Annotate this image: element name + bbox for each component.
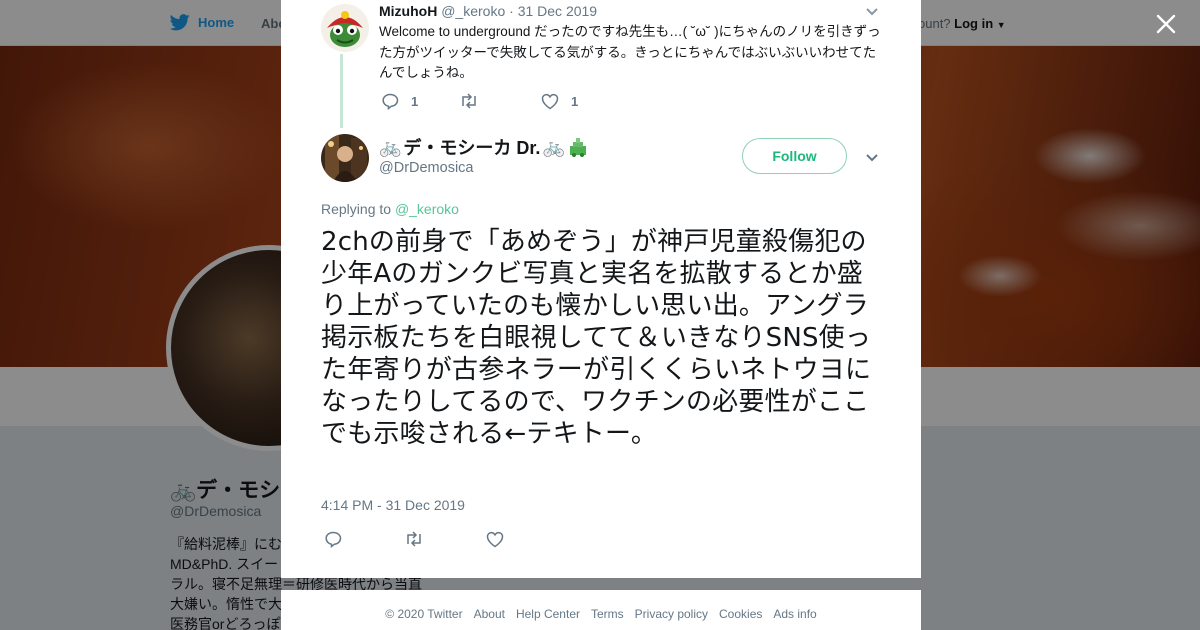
tweet-author-name[interactable]: 🚲 デ・モシーカ Dr. 🚲: [379, 134, 589, 160]
reply-icon: [382, 93, 399, 110]
green-badge-icon: [569, 138, 586, 157]
parent-tweet-text: Welcome to underground だったのですね先生も…( ˘ω˘ …: [379, 24, 881, 80]
footer-copyright: © 2020 Twitter: [385, 607, 463, 621]
retweet-icon: [462, 93, 476, 109]
bicycle-emoji-icon: 🚲: [542, 136, 565, 157]
footer-link-privacy-policy[interactable]: Privacy policy: [635, 607, 708, 630]
footer-link-about[interactable]: About: [474, 607, 505, 630]
tweet-author-handle[interactable]: @DrDemosica: [379, 160, 473, 176]
parent-author-handle[interactable]: @_keroko: [441, 3, 505, 19]
footer-link-help-center[interactable]: Help Center: [516, 607, 580, 630]
author-name-text: デ・モシーカ Dr.: [403, 138, 541, 158]
tweet-author-avatar[interactable]: [321, 134, 369, 182]
parent-avatar[interactable]: [321, 4, 369, 52]
replying-to: Replying to @_keroko: [321, 201, 459, 217]
reply-action[interactable]: 1: [381, 92, 459, 110]
footer-link-terms[interactable]: Terms: [591, 607, 624, 630]
reply-action[interactable]: [324, 530, 342, 553]
parent-tweet-date[interactable]: 31 Dec 2019: [518, 3, 597, 19]
tweet-actions: [324, 530, 504, 553]
parent-more-menu[interactable]: [865, 4, 879, 22]
author-photo-avatar: [321, 134, 369, 182]
footer-link-ads-info[interactable]: Ads info: [773, 607, 816, 630]
tweet-permalink-modal: MizuhoH @_keroko · 31 Dec 2019 Welcome t…: [281, 0, 921, 578]
retweet-icon: [407, 531, 421, 547]
like-count: 1: [571, 93, 579, 109]
like-action[interactable]: 1: [541, 93, 578, 110]
reply-count: 1: [411, 93, 419, 109]
chevron-down-icon: [866, 154, 878, 162]
frog-avatar-icon: [321, 4, 369, 52]
close-icon: [1156, 14, 1176, 34]
parent-tweet-header: MizuhoH @_keroko · 31 Dec 2019: [379, 3, 597, 19]
footer-link-cookies[interactable]: Cookies: [719, 607, 762, 630]
heart-icon: [486, 531, 504, 547]
parent-tweet[interactable]: MizuhoH @_keroko · 31 Dec 2019 Welcome t…: [321, 0, 881, 130]
like-action[interactable]: [486, 531, 504, 553]
tweet-more-menu[interactable]: [865, 150, 879, 168]
retweet-action[interactable]: [404, 531, 424, 552]
tweet-text: 2chの前身で「あめぞう」が神戸児童殺傷犯の少年Aのガンクビ写真と実名を拡散する…: [321, 227, 872, 449]
parent-author-name[interactable]: MizuhoH: [379, 3, 437, 19]
reply-icon: [325, 531, 342, 549]
parent-tweet-actions: 1 1: [381, 92, 578, 110]
replying-prefix: Replying to: [321, 201, 392, 217]
retweet-action[interactable]: [459, 93, 541, 109]
heart-icon: [541, 93, 559, 109]
close-button[interactable]: [1153, 11, 1179, 37]
header-separator: ·: [509, 3, 514, 19]
follow-button[interactable]: Follow: [742, 138, 847, 174]
footer-links: © 2020 Twitter About Help Center Terms P…: [281, 590, 921, 630]
chevron-down-icon: [866, 8, 878, 16]
replying-to-handle[interactable]: @_keroko: [395, 201, 459, 217]
tweet-timestamp[interactable]: 4:14 PM - 31 Dec 2019: [321, 497, 465, 513]
bicycle-emoji-icon: 🚲: [379, 136, 402, 157]
